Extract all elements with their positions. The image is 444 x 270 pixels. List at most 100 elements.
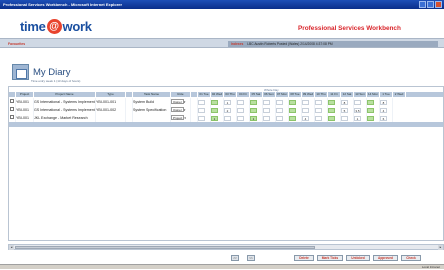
hours-input[interactable] bbox=[289, 99, 296, 105]
spacer-cell bbox=[191, 106, 198, 114]
column-header: 13 Sun bbox=[354, 92, 367, 97]
minimize-icon[interactable] bbox=[419, 1, 426, 8]
day-cell bbox=[237, 106, 250, 114]
table-row: YBI-001 JKL Exchange - Market Research Pro… bbox=[9, 114, 443, 122]
hours-input[interactable] bbox=[263, 99, 270, 105]
hours-input[interactable] bbox=[198, 99, 205, 105]
day-cell bbox=[224, 114, 237, 122]
row-checkbox[interactable] bbox=[10, 107, 14, 111]
type-lookup-cell bbox=[126, 98, 133, 106]
hours-input[interactable]: 6 bbox=[380, 115, 387, 121]
column-header: 2 Wed bbox=[393, 92, 406, 97]
role-select[interactable]: Owner bbox=[171, 99, 184, 104]
role-cell: Project ▾ bbox=[171, 114, 191, 122]
user-info-text: LBC Austin Roberts Posted (Wales) 2/14/2… bbox=[247, 42, 333, 46]
chevron-down-icon[interactable]: ▾ bbox=[184, 100, 186, 104]
hours-input[interactable] bbox=[276, 99, 283, 105]
day-cell bbox=[198, 106, 211, 114]
chevron-down-icon[interactable]: ▾ bbox=[184, 108, 186, 112]
day-cell bbox=[198, 98, 211, 106]
scrollbar-thumb[interactable] bbox=[15, 246, 315, 249]
hours-input[interactable] bbox=[250, 107, 257, 113]
hours-input[interactable]: 4 bbox=[380, 107, 387, 113]
hours-input[interactable] bbox=[302, 99, 309, 105]
hours-input[interactable] bbox=[237, 115, 244, 121]
hours-input[interactable]: 4 bbox=[302, 115, 309, 121]
role-select[interactable]: Project bbox=[171, 115, 185, 120]
close-icon[interactable] bbox=[435, 1, 442, 8]
hours-input[interactable] bbox=[263, 107, 270, 113]
day-cell bbox=[263, 106, 276, 114]
hours-input[interactable] bbox=[276, 115, 283, 121]
day-cell: 8 bbox=[341, 98, 354, 106]
hours-input[interactable] bbox=[263, 115, 270, 121]
hours-input[interactable] bbox=[224, 115, 231, 121]
check-button[interactable]: Check bbox=[401, 255, 421, 261]
hours-input[interactable] bbox=[198, 115, 205, 121]
favourites-link[interactable]: Favourites bbox=[8, 42, 25, 46]
approved-button[interactable]: Approved bbox=[373, 255, 398, 261]
unticked-button[interactable]: Unticked bbox=[346, 255, 370, 261]
column-header: 08 Tue bbox=[289, 92, 302, 97]
hours-input[interactable]: 1 bbox=[354, 115, 361, 121]
hours-input[interactable] bbox=[354, 99, 361, 105]
hours-input[interactable] bbox=[367, 107, 374, 113]
hours-input[interactable]: 2 bbox=[224, 107, 231, 113]
hours-input[interactable]: 1 bbox=[250, 115, 257, 121]
column-header bbox=[126, 92, 133, 97]
day-cell bbox=[250, 106, 263, 114]
hours-input[interactable] bbox=[315, 99, 322, 105]
hours-input[interactable]: 8 bbox=[380, 99, 387, 105]
column-header: 10 Thu bbox=[315, 92, 328, 97]
row-checkbox[interactable] bbox=[10, 115, 14, 119]
column-header: 1 Tue bbox=[380, 92, 393, 97]
day-cell bbox=[263, 114, 276, 122]
hours-input[interactable]: 5 bbox=[341, 107, 348, 113]
hours-input[interactable] bbox=[328, 99, 335, 105]
spacer-cell bbox=[191, 98, 198, 106]
hours-input[interactable] bbox=[302, 107, 309, 113]
prev-week-button[interactable]: << bbox=[231, 255, 239, 261]
hours-input[interactable]: 8 bbox=[341, 99, 348, 105]
hours-input[interactable] bbox=[315, 115, 322, 121]
user-info-label[interactable]: Indexes bbox=[231, 42, 243, 46]
hours-input[interactable] bbox=[328, 107, 335, 113]
maximize-icon[interactable] bbox=[427, 1, 434, 8]
logo-text-left: time bbox=[20, 19, 46, 34]
hours-input[interactable] bbox=[198, 107, 205, 113]
day-cell bbox=[198, 114, 211, 122]
hours-input[interactable] bbox=[315, 107, 322, 113]
hours-input[interactable] bbox=[237, 99, 244, 105]
hours-input[interactable] bbox=[341, 115, 348, 121]
hours-input[interactable] bbox=[289, 107, 296, 113]
column-header: 03 Thu bbox=[224, 92, 237, 97]
mark-ticks-button[interactable]: Mark Ticks bbox=[317, 255, 343, 261]
hours-input[interactable] bbox=[276, 107, 283, 113]
hours-input[interactable] bbox=[328, 115, 335, 121]
hours-input[interactable] bbox=[250, 99, 257, 105]
role-select[interactable]: Owner bbox=[171, 107, 184, 112]
hours-input[interactable] bbox=[367, 115, 374, 121]
type-lookup-cell bbox=[126, 106, 133, 114]
hours-input[interactable]: 1 bbox=[211, 115, 218, 121]
window-controls bbox=[419, 1, 442, 8]
chevron-down-icon[interactable]: ▾ bbox=[184, 116, 186, 120]
day-cell: 4 bbox=[302, 114, 315, 122]
hours-input[interactable] bbox=[237, 107, 244, 113]
day-cell: 1 bbox=[224, 98, 237, 106]
hours-input[interactable] bbox=[211, 99, 218, 105]
project-type: YBI-001-001 bbox=[96, 98, 126, 106]
day-cell: 1 bbox=[250, 114, 263, 122]
hours-input[interactable] bbox=[289, 115, 296, 121]
row-checkbox[interactable] bbox=[10, 99, 14, 103]
hours-input[interactable]: 3.5 bbox=[354, 107, 361, 113]
delete-button[interactable]: Delete bbox=[294, 255, 314, 261]
next-week-button[interactable]: >> bbox=[247, 255, 255, 261]
day-cell bbox=[263, 98, 276, 106]
day-cell bbox=[289, 106, 302, 114]
hours-input[interactable]: 1 bbox=[224, 99, 231, 105]
hours-input[interactable] bbox=[367, 99, 374, 105]
hours-input[interactable] bbox=[211, 107, 218, 113]
project-type: YBI-001-002 bbox=[96, 106, 126, 114]
day-cell bbox=[367, 106, 380, 114]
